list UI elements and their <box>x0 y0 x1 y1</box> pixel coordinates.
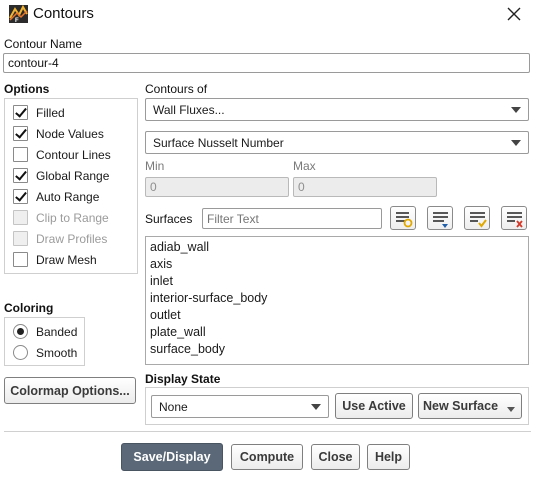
checkbox-checked-icon[interactable] <box>13 126 28 141</box>
list-check-icon <box>470 212 487 228</box>
select-surfaces-by-name-button[interactable] <box>390 206 416 230</box>
display-state-label: Display State <box>145 372 221 386</box>
contours-of-field-dropdown[interactable]: Surface Nusselt Number <box>145 131 529 154</box>
coloring-option-label: Smooth <box>36 345 78 360</box>
chevron-down-icon <box>511 106 521 113</box>
contour-name-value: contour-4 <box>8 56 59 70</box>
contours-of-field-value: Surface Nusselt Number <box>153 135 284 150</box>
help-button[interactable]: Help <box>367 444 410 470</box>
option-label: Draw Profiles <box>36 231 108 246</box>
surface-list-item[interactable]: outlet <box>150 307 267 324</box>
contour-name-input[interactable]: contour-4 <box>3 53 530 73</box>
surface-list-item[interactable]: inlet <box>150 273 267 290</box>
checkbox-unchecked-icon <box>13 210 28 225</box>
chevron-down-icon <box>511 139 521 146</box>
checkbox-checked-icon[interactable] <box>13 168 28 183</box>
option-label: Draw Mesh <box>36 252 97 267</box>
radio-selected-icon[interactable] <box>13 324 28 339</box>
group-surfaces-button[interactable] <box>427 206 453 230</box>
max-value: 0 <box>298 180 305 194</box>
option-label: Node Values <box>36 126 104 141</box>
max-input[interactable]: 0 <box>293 177 437 197</box>
surface-list-item[interactable]: adiab_wall <box>150 239 267 256</box>
option-auto-range-checkbox[interactable]: Auto Range <box>13 186 111 207</box>
chevron-down-icon <box>311 403 321 410</box>
surfaces-label: Surfaces <box>145 212 193 226</box>
save-display-button[interactable]: Save/Display <box>121 443 223 471</box>
display-state-dropdown[interactable]: None <box>151 395 329 418</box>
min-label: Min <box>145 159 165 173</box>
checkbox-unchecked-icon[interactable] <box>13 147 28 162</box>
radio-unselected-icon[interactable] <box>13 345 28 360</box>
surface-list-item[interactable]: surface_body <box>150 341 267 358</box>
contours-of-category-value: Wall Fluxes... <box>153 102 225 117</box>
select-all-surfaces-button[interactable] <box>464 206 490 230</box>
options-group: Filled Node Values Contour Lines Global Ran… <box>4 98 138 274</box>
surfaces-list[interactable]: adiab_wall axis inlet interior-surface_body… <box>145 236 529 365</box>
surface-list-item[interactable]: plate_wall <box>150 324 267 341</box>
chevron-down-icon <box>507 407 515 412</box>
svg-text:F: F <box>15 18 19 23</box>
colormap-options-button[interactable]: Colormap Options... <box>4 377 136 404</box>
surfaces-filter-input[interactable] <box>202 208 382 229</box>
min-input[interactable]: 0 <box>145 177 289 197</box>
option-contour-lines-checkbox[interactable]: Contour Lines <box>13 144 111 165</box>
deselect-all-surfaces-button[interactable] <box>501 206 527 230</box>
option-global-range-checkbox[interactable]: Global Range <box>13 165 111 186</box>
coloring-label: Coloring <box>4 301 54 315</box>
footer-separator <box>4 431 531 432</box>
compute-button[interactable]: Compute <box>231 444 303 470</box>
surface-list-item[interactable]: interior-surface_body <box>150 290 267 307</box>
list-select-icon <box>396 212 413 228</box>
option-label: Contour Lines <box>36 147 111 162</box>
close-button[interactable]: Close <box>311 444 360 470</box>
option-filled-checkbox[interactable]: Filled <box>13 102 111 123</box>
coloring-smooth-radio[interactable]: Smooth <box>13 342 77 363</box>
option-label: Clip to Range <box>36 210 109 225</box>
option-node-values-checkbox[interactable]: Node Values <box>13 123 111 144</box>
option-draw-profiles-checkbox: Draw Profiles <box>13 228 111 249</box>
max-label: Max <box>293 159 316 173</box>
contour-name-label: Contour Name <box>4 37 83 51</box>
close-icon[interactable] <box>503 3 525 25</box>
option-clip-to-range-checkbox: Clip to Range <box>13 207 111 228</box>
list-dropdown-icon <box>433 212 448 228</box>
coloring-banded-radio[interactable]: Banded <box>13 321 77 342</box>
use-active-button[interactable]: Use Active <box>335 393 413 419</box>
option-label: Global Range <box>36 168 110 183</box>
checkbox-checked-icon[interactable] <box>13 189 28 204</box>
new-surface-label: New Surface <box>423 399 499 413</box>
window-title: Contours <box>33 5 94 22</box>
option-label: Filled <box>36 105 65 120</box>
surface-list-item[interactable]: axis <box>150 256 267 273</box>
contours-of-label: Contours of <box>145 82 208 96</box>
list-clear-icon <box>507 212 523 228</box>
new-surface-button[interactable]: New Surface <box>418 393 522 419</box>
display-state-value: None <box>159 399 188 414</box>
options-label: Options <box>4 82 50 96</box>
fluent-app-icon: F <box>9 5 28 23</box>
checkbox-unchecked-icon[interactable] <box>13 252 28 267</box>
min-value: 0 <box>150 180 157 194</box>
coloring-group: Banded Smooth <box>4 317 85 366</box>
option-draw-mesh-checkbox[interactable]: Draw Mesh <box>13 249 111 270</box>
coloring-option-label: Banded <box>36 324 78 339</box>
checkbox-checked-icon[interactable] <box>13 105 28 120</box>
contours-of-category-dropdown[interactable]: Wall Fluxes... <box>145 98 529 121</box>
option-label: Auto Range <box>36 189 100 204</box>
checkbox-unchecked-icon <box>13 231 28 246</box>
